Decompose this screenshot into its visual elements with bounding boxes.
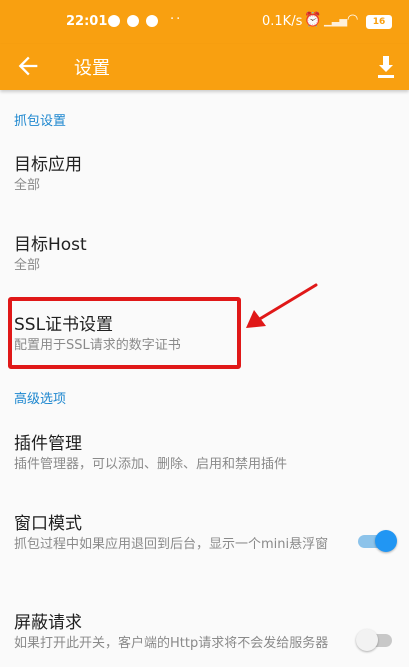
pref-summary: 全部 (14, 178, 41, 193)
toggle-thumb (356, 629, 378, 651)
pref-summary: 如果打开此开关，客户端的Http请求将不会发给服务器 (14, 636, 329, 651)
annotation-arrow-icon (246, 283, 318, 328)
arrow-left-icon[interactable] (14, 52, 42, 80)
pref-title: 屏蔽请求 (14, 613, 82, 633)
notification-icon (108, 15, 120, 27)
section-header-capture: 抓包设置 (14, 114, 67, 129)
status-time: 22:01 (66, 14, 108, 29)
block-request-toggle[interactable] (356, 629, 396, 651)
pref-title: 窗口模式 (14, 514, 82, 534)
pref-title: 目标Host (14, 235, 87, 255)
pref-summary: 插件管理器，可以添加、删除、启用和禁用插件 (14, 457, 288, 472)
pref-title: 目标应用 (14, 155, 82, 175)
battery-icon: 16 (366, 15, 392, 29)
net-speed: 0.1K/s (262, 14, 303, 29)
notification-icon (127, 15, 139, 27)
pref-summary: 抓包过程中如果应用退回到后台，显示一个mini悬浮窗 (14, 537, 329, 552)
pref-title: 插件管理 (14, 434, 82, 454)
window-mode-toggle[interactable] (356, 530, 397, 552)
signal-icon: ▁▃▅ (324, 16, 348, 27)
toggle-thumb (375, 530, 397, 552)
notification-icon (146, 15, 158, 27)
pref-summary: 全部 (14, 258, 41, 273)
status-bar: 22:01 ·· 0.1K/s ⏰ ▁▃▅ ◠ 16 (0, 0, 409, 44)
annotation-highlight-box (8, 297, 241, 369)
app-toolbar: 设置 (0, 44, 409, 90)
more-notifications-icon: ·· (170, 12, 183, 27)
alarm-icon: ⏰ (304, 12, 322, 28)
wifi-icon: ◠ (347, 12, 359, 27)
section-header-advanced: 高级选项 (14, 392, 67, 407)
page-title: 设置 (74, 58, 110, 79)
download-icon[interactable] (374, 52, 398, 80)
